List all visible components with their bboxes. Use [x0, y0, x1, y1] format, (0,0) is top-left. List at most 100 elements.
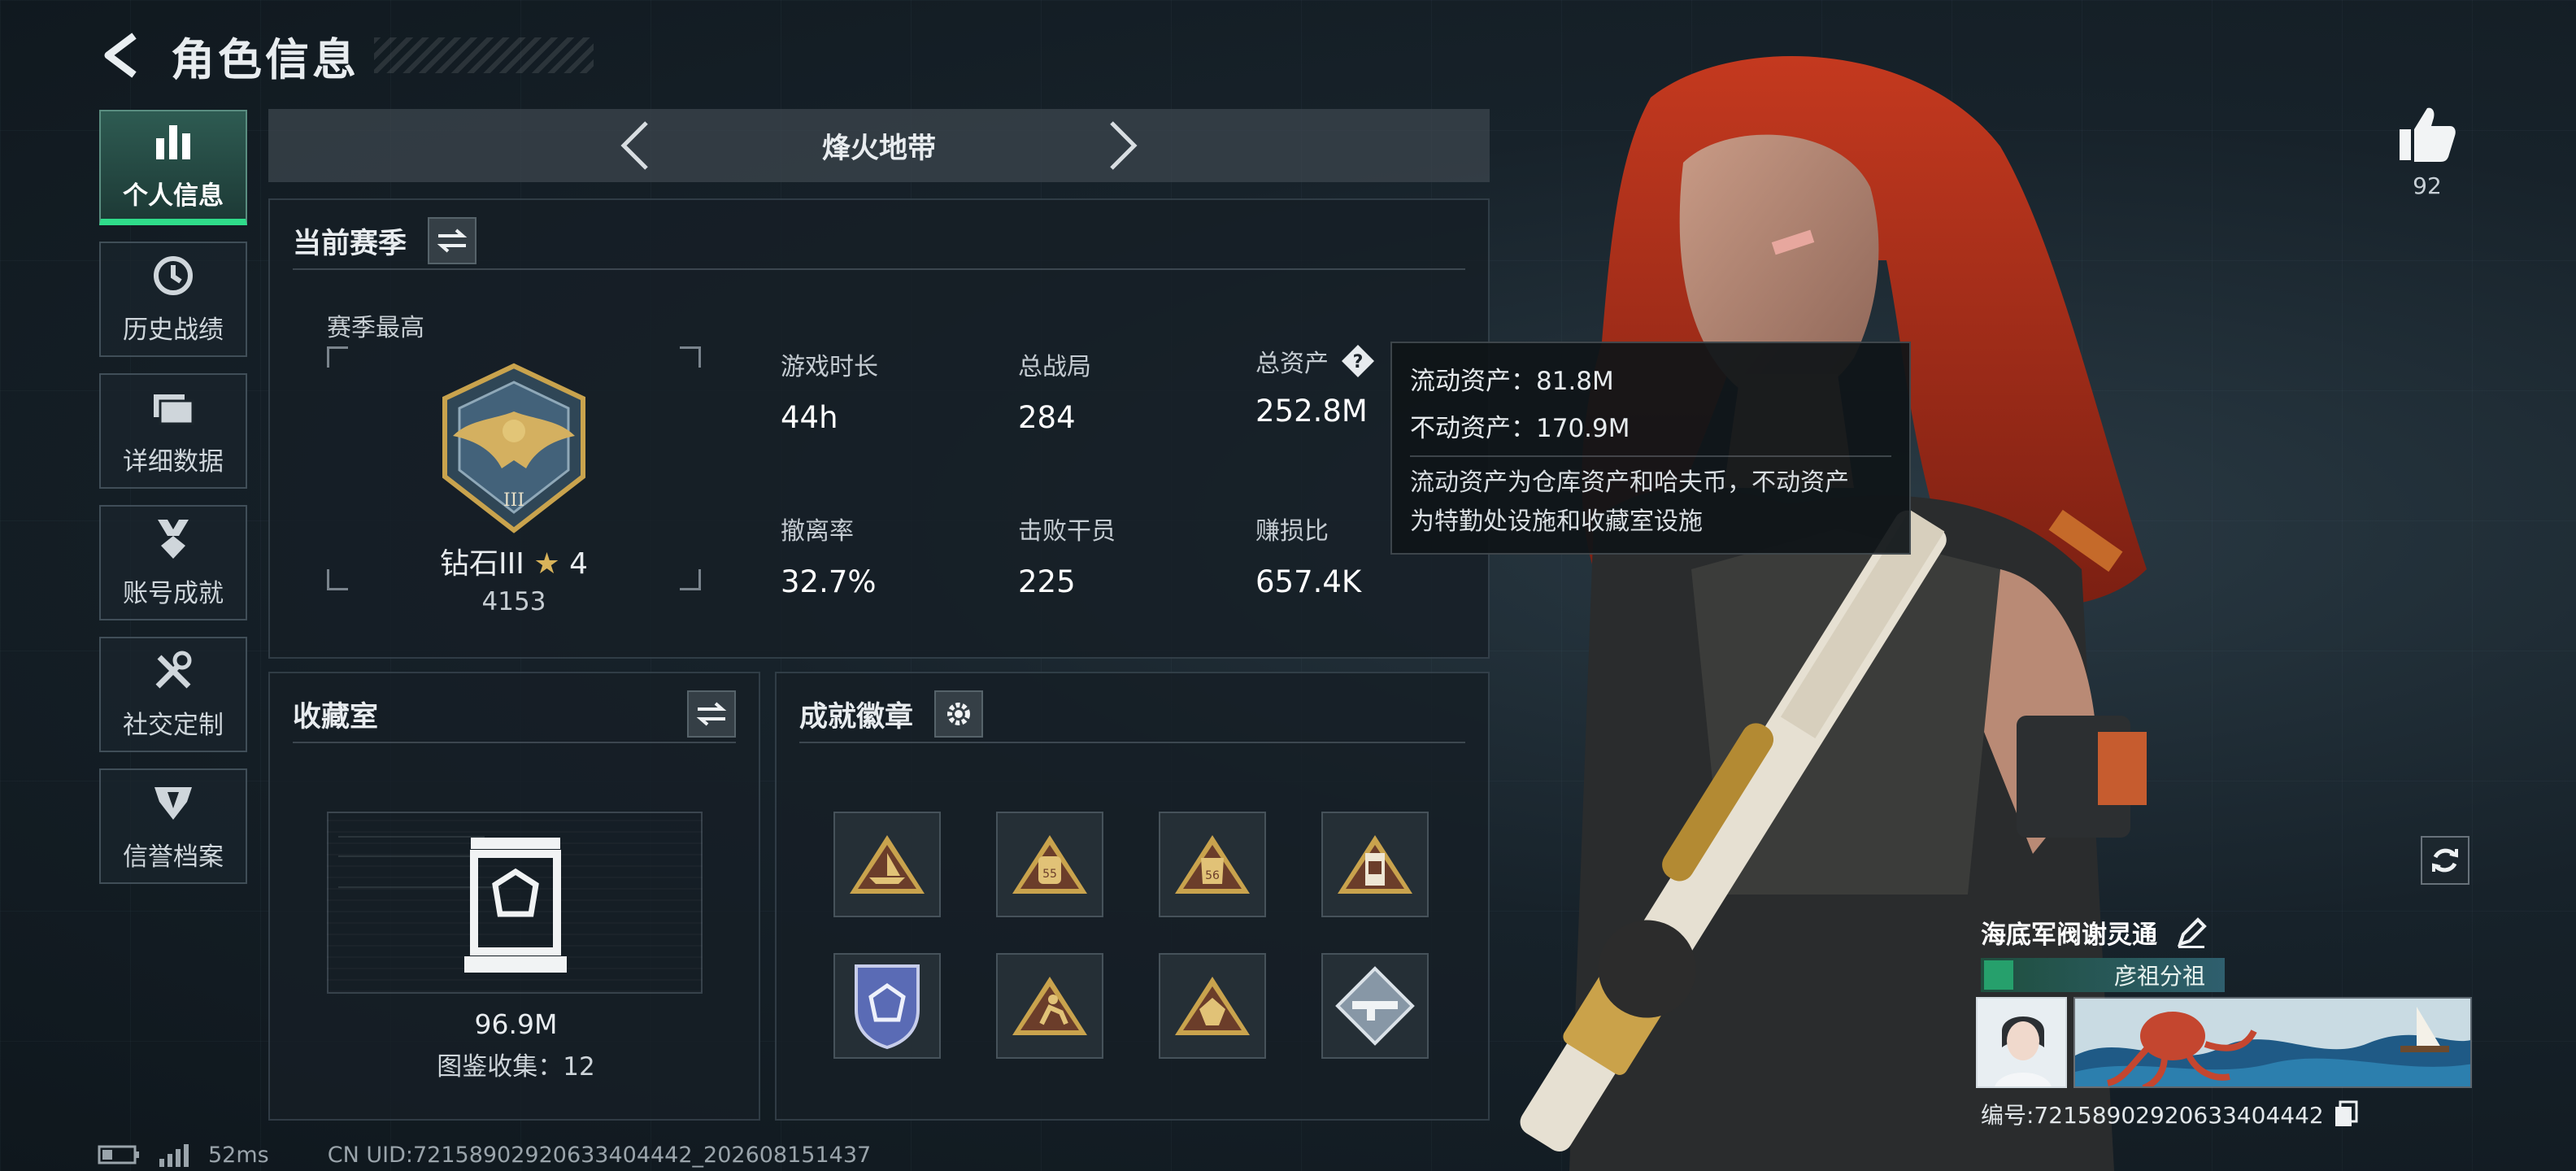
avatar-portrait-icon: [1978, 999, 2065, 1086]
swap-icon: [437, 229, 468, 253]
sidebar-item-details[interactable]: 详细数据: [99, 373, 247, 489]
stat-label: 游戏时长: [781, 353, 878, 381]
player-name: 海底军阀谢灵通: [1981, 921, 2157, 950]
chevron-right-icon: [1110, 121, 1138, 170]
bar-chart-icon: [151, 120, 195, 163]
armor-badge-icon: 56: [1175, 835, 1250, 894]
sidebar-item-label: 信誉档案: [123, 842, 224, 872]
battery-icon: [98, 1145, 139, 1164]
next-mode-button[interactable]: [1099, 117, 1147, 174]
badge-slot-4[interactable]: [1321, 812, 1429, 917]
refresh-icon: [2432, 848, 2458, 873]
status-bar: 52ms CN UID:72158902920633404442_2026081…: [98, 1138, 871, 1171]
player-id: 编号:7215890292063340444​2: [1981, 1102, 2324, 1129]
tooltip-description-2: 为特勤处设施和收藏室设施: [1410, 507, 1703, 536]
sidebar-item-history[interactable]: 历史战绩: [99, 242, 247, 357]
stat-operators-defeated: 击败干员 225: [1018, 511, 1116, 599]
badge-settings-button[interactable]: [934, 690, 984, 738]
stat-label-row: 总资产 ?: [1255, 343, 1376, 379]
mode-name: 烽火地带: [821, 132, 936, 165]
stat-total-matches: 总战局 284: [1018, 346, 1091, 435]
player-banner[interactable]: [2073, 997, 2472, 1088]
canister-badge-icon: [1338, 835, 1412, 894]
runner-badge-icon: [1012, 977, 1087, 1035]
sidebar-nav: 个人信息 历史战绩 详细数据 账号成就 社交定制 信誉档案: [99, 110, 247, 884]
police-badge-icon: [855, 964, 920, 1050]
stat-value: 657.4K: [1255, 564, 1362, 599]
folder-icon: [151, 385, 195, 429]
edit-icon[interactable]: [2175, 916, 2208, 949]
sidebar-item-label: 个人信息: [123, 181, 224, 211]
badge-slot-2[interactable]: 55: [996, 812, 1103, 917]
stat-label: 撤离率: [781, 517, 854, 546]
collection-title: 收藏室: [293, 700, 379, 734]
sidebar-item-profile[interactable]: 个人信息: [99, 110, 247, 225]
chevron-left-icon: [620, 121, 648, 170]
tooltip-liquid-assets: 流动资产：81.8M: [1410, 367, 1614, 396]
sidebar-item-reputation[interactable]: 信誉档案: [99, 768, 247, 884]
like-button[interactable]: [2395, 102, 2460, 167]
sidebar-item-label: 详细数据: [123, 446, 224, 477]
rank-frame: III 钻石III ★ 4 4153: [327, 346, 701, 616]
medal-icon: [151, 517, 195, 561]
rank-star-count: 4: [569, 547, 588, 581]
badges-title: 成就徽章: [799, 700, 914, 734]
title-decoration: [374, 37, 594, 73]
star-icon: ★: [533, 547, 560, 581]
badge-slot-6[interactable]: [996, 953, 1103, 1059]
signal-icon: [159, 1144, 189, 1167]
gear-icon: [947, 703, 971, 725]
avatar[interactable]: [1976, 997, 2067, 1088]
tooltip-fixed-assets: 不动资产：170.9M: [1410, 414, 1630, 443]
rank-name-text: 钻石III: [440, 547, 524, 581]
sidebar-item-achievements[interactable]: 账号成就: [99, 505, 247, 620]
stat-value: 284: [1018, 400, 1076, 435]
stat-value: 225: [1018, 564, 1076, 599]
badge-slot-7[interactable]: [1159, 953, 1266, 1059]
refresh-button[interactable]: [2421, 836, 2469, 885]
help-icon[interactable]: ?: [1340, 343, 1376, 379]
badge-slot-8[interactable]: [1321, 953, 1429, 1059]
switch-collection-button[interactable]: [687, 690, 736, 738]
stat-label: 赚损比: [1255, 517, 1329, 546]
like-count: 92: [2413, 172, 2442, 199]
player-card: 海底军阀谢灵通 彦祖分祖 编号:7215890292063340444​2: [1976, 909, 2472, 1137]
back-button[interactable]: [98, 31, 146, 80]
backpack-badge-icon: 55: [1012, 835, 1087, 894]
ship-badge-icon: [850, 835, 925, 894]
player-name-row: 海底军阀谢灵通: [1981, 914, 2208, 951]
badge-slot-3[interactable]: 56: [1159, 812, 1266, 917]
player-id-row: 编号:7215890292063340444​2: [1981, 1098, 2360, 1130]
stat-total-assets: 总资产 ? 252.8M: [1255, 343, 1376, 429]
thumbs-up-icon: [2400, 107, 2456, 162]
mode-selector: 烽火地带: [268, 109, 1490, 182]
stat-label: 总战局: [1018, 353, 1091, 381]
group-icon: [1984, 960, 2013, 990]
copy-icon[interactable]: [2332, 1100, 2360, 1128]
collection-panel-header: 收藏室: [293, 686, 736, 743]
group-tag[interactable]: 彦祖分祖: [1981, 958, 2225, 992]
collection-panel[interactable]: 收藏室 96.9M 图鉴收集：12: [268, 672, 760, 1121]
season-title: 当前赛季: [293, 227, 407, 260]
prev-mode-button[interactable]: [611, 117, 659, 174]
stat-playtime: 游戏时长 44h: [781, 346, 878, 435]
sidebar-item-label: 社交定制: [123, 710, 224, 740]
badge-slot-5[interactable]: [833, 953, 941, 1059]
sidebar-item-label: 历史战绩: [123, 315, 224, 345]
stat-value: 32.7%: [781, 564, 877, 599]
collection-preview: [327, 812, 703, 994]
stat-extraction-rate: 撤离率 32.7%: [781, 511, 877, 599]
sidebar-item-social[interactable]: 社交定制: [99, 637, 247, 752]
svg-text:III: III: [503, 490, 524, 511]
badge-slot-1[interactable]: [833, 812, 941, 917]
collection-count: 图鉴收集：12: [437, 1052, 595, 1082]
rank-points: 4153: [481, 587, 546, 616]
rank-emblem-icon: III: [442, 363, 585, 533]
stat-profit-loss-ratio: 赚损比 657.4K: [1255, 511, 1361, 599]
rank-name: 钻石III ★ 4: [327, 540, 701, 582]
switch-season-button[interactable]: [428, 217, 477, 264]
back-arrow-icon: [104, 33, 137, 78]
season-panel: 当前赛季 赛季最高 III 钻石III ★ 4 4153 游戏时长 44h 总战…: [268, 198, 1490, 659]
group-name: 彦祖分祖: [2113, 963, 2205, 990]
top-bar: 角色信息: [98, 23, 594, 88]
